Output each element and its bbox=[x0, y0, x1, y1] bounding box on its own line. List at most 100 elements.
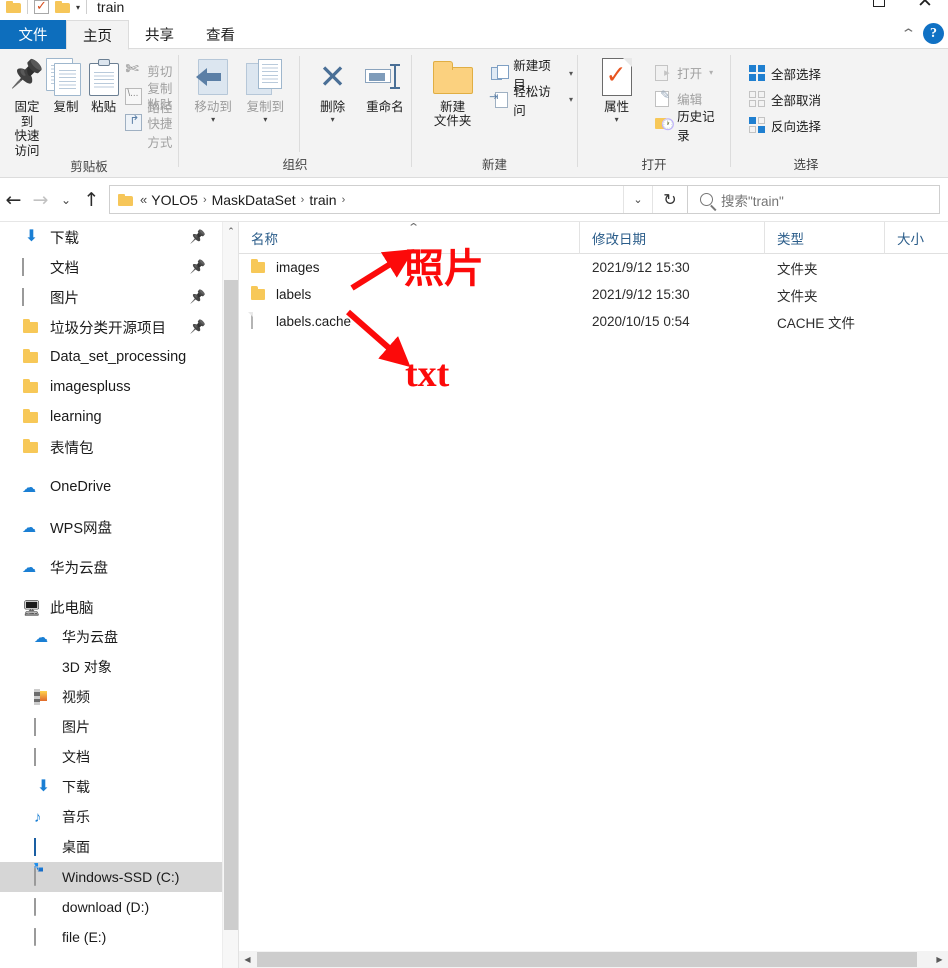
sidebar-item-3d[interactable]: 3D 对象 bbox=[0, 652, 222, 682]
select-none-label: 全部取消 bbox=[771, 94, 822, 108]
sidebar-item-onedrive[interactable]: ☁ OneDrive bbox=[0, 472, 222, 502]
back-button[interactable]: ← bbox=[0, 185, 27, 215]
pin-icon[interactable]: 📌 bbox=[190, 229, 206, 245]
ribbon: 固定到 快速访问 复制 粘贴 bbox=[0, 49, 948, 178]
sidebar-item-imagespluss[interactable]: imagespluss bbox=[0, 372, 222, 402]
easy-access-button[interactable]: 轻松访问 ▾ bbox=[487, 85, 577, 118]
breadcrumb-item-maskdataset[interactable]: MaskDataSet bbox=[212, 192, 296, 208]
paste-button[interactable]: 粘贴 bbox=[88, 56, 119, 115]
sidebar-item-[interactable]: ♪ 音乐 bbox=[0, 802, 222, 832]
search-input[interactable]: 搜索"train" bbox=[688, 185, 940, 214]
invert-selection-label: 反向选择 bbox=[771, 120, 822, 134]
sidebar-item-[interactable]: 桌面 bbox=[0, 832, 222, 862]
rename-button[interactable]: 重命名 bbox=[359, 56, 411, 115]
column-header-type[interactable]: 类型 bbox=[764, 221, 884, 254]
table-row[interactable]: labels.cache 2020/10/15 0:54 CACHE 文件 bbox=[239, 308, 948, 335]
maximize-button[interactable] bbox=[856, 0, 902, 16]
sidebar-item-[interactable]: ☁ 华为云盘 bbox=[0, 552, 222, 582]
sidebar-item-[interactable]: 表情包 bbox=[0, 432, 222, 462]
invert-selection-button[interactable]: 反向选择 bbox=[745, 114, 825, 137]
sidebar-item-[interactable]: 垃圾分类开源项目 📌 bbox=[0, 312, 222, 342]
properties-check-icon[interactable] bbox=[34, 0, 49, 14]
column-header-date[interactable]: 修改日期 bbox=[579, 221, 764, 254]
history-button[interactable]: 历史记录 bbox=[651, 110, 730, 143]
file-list-hscrollbar[interactable]: ◀ ▶ bbox=[239, 951, 948, 968]
forward-button[interactable]: → bbox=[27, 185, 54, 215]
sidebar-item-[interactable]: 文档 bbox=[0, 742, 222, 772]
tab-home[interactable]: 主页 bbox=[66, 20, 129, 50]
chevron-down-icon[interactable]: ▾ bbox=[76, 3, 80, 12]
tab-share[interactable]: 共享 bbox=[129, 20, 190, 49]
move-to-button[interactable]: 移动到 ▾ bbox=[187, 56, 239, 124]
select-all-button[interactable]: 全部选择 bbox=[745, 62, 825, 85]
folder-icon[interactable] bbox=[6, 1, 21, 13]
folder-icon bbox=[22, 318, 41, 336]
pin-icon[interactable]: 📌 bbox=[190, 259, 206, 275]
chevron-down-icon-open[interactable]: ▾ bbox=[709, 68, 713, 77]
chevron-down-icon-easyaccess[interactable]: ▾ bbox=[569, 95, 573, 104]
sidebar-item-[interactable]: ☁ 华为云盘 bbox=[0, 622, 222, 652]
up-button[interactable]: ↑ bbox=[78, 185, 105, 215]
sidebar-item-learning[interactable]: learning bbox=[0, 402, 222, 432]
hscrollbar-thumb[interactable] bbox=[257, 952, 917, 967]
scroll-up-icon[interactable]: ⌃ bbox=[223, 222, 239, 240]
chevron-down-icon-delete[interactable]: ▾ bbox=[331, 116, 335, 124]
sidebar-item-data-set-processing[interactable]: Data_set_processing bbox=[0, 342, 222, 372]
sidebar-item-windows-ssd-c[interactable]: Windows-SSD (C:) bbox=[0, 862, 222, 892]
help-button[interactable]: ? bbox=[923, 23, 944, 44]
breadcrumb-item-yolo5[interactable]: YOLO5 bbox=[151, 192, 198, 208]
select-none-button[interactable]: 全部取消 bbox=[745, 88, 825, 111]
folder-icon bbox=[22, 348, 41, 366]
chevron-down-icon-copyto[interactable]: ▾ bbox=[263, 116, 267, 124]
scroll-right-icon[interactable]: ▶ bbox=[931, 951, 948, 968]
new-item-icon bbox=[491, 65, 510, 82]
delete-button[interactable]: ✕ 删除 ▾ bbox=[306, 56, 358, 124]
properties-button[interactable]: ✓ 属性 ▾ bbox=[588, 56, 645, 124]
refresh-button[interactable]: ↻ bbox=[652, 186, 687, 213]
sidebar-item-[interactable]: 视频 bbox=[0, 682, 222, 712]
open-button[interactable]: 打开 ▾ bbox=[651, 61, 730, 84]
copy-button[interactable]: 复制 bbox=[46, 56, 86, 115]
sidebar-item-[interactable]: 🖥 此电脑 bbox=[0, 592, 222, 622]
chevron-down-icon-newitem[interactable]: ▾ bbox=[569, 69, 573, 78]
new-folder-button[interactable]: 新建 文件夹 bbox=[424, 56, 481, 129]
ribbon-group-clipboard: 固定到 快速访问 复制 粘贴 bbox=[0, 49, 178, 178]
table-row[interactable]: labels 2021/9/12 15:30 文件夹 bbox=[239, 281, 948, 308]
breadcrumb-item-train[interactable]: train bbox=[309, 192, 336, 208]
copy-to-button[interactable]: 复制到 ▾ bbox=[239, 56, 291, 124]
file-name-label: labels.cache bbox=[276, 314, 352, 329]
chevron-right-icon[interactable]: › bbox=[339, 194, 349, 206]
chevron-right-icon[interactable]: › bbox=[200, 194, 210, 206]
chevron-down-icon-properties[interactable]: ▾ bbox=[615, 116, 619, 124]
chevron-down-icon-move[interactable]: ▾ bbox=[211, 116, 215, 124]
breadcrumb-overflow[interactable]: « bbox=[140, 192, 149, 207]
sidebar-item-[interactable]: ⬇ 下载 bbox=[0, 772, 222, 802]
chevron-right-icon[interactable]: › bbox=[298, 194, 308, 206]
table-row[interactable]: images 2021/9/12 15:30 文件夹 bbox=[239, 254, 948, 281]
3d-objects-icon bbox=[34, 659, 53, 676]
navigation-pane[interactable]: ⬇ 下载 📌 文档 📌 图片 📌 垃圾分类开源项目 📌 Data_set_processing im… bbox=[0, 222, 222, 968]
address-input[interactable]: « YOLO5 › MaskDataSet › train › ⌄ ↻ bbox=[109, 185, 688, 214]
sidebar-item-[interactable]: 图片 bbox=[0, 712, 222, 742]
tab-view[interactable]: 查看 bbox=[190, 20, 251, 49]
sidebar-item-file-e[interactable]: file (E:) bbox=[0, 922, 222, 952]
pin-icon[interactable]: 📌 bbox=[190, 319, 206, 335]
recent-locations-button[interactable]: ⌄ bbox=[54, 185, 78, 215]
pin-icon[interactable]: 📌 bbox=[190, 289, 206, 305]
sidebar-item-download-d[interactable]: download (D:) bbox=[0, 892, 222, 922]
sidebar-item-[interactable]: ⬇ 下载 📌 bbox=[0, 222, 222, 252]
address-dropdown-button[interactable]: ⌄ bbox=[623, 186, 652, 213]
paste-shortcut-button[interactable]: 粘贴快捷方式 bbox=[121, 98, 178, 150]
scrollbar-thumb[interactable] bbox=[224, 280, 239, 930]
navigation-pane-scrollbar[interactable]: ⌃ bbox=[222, 222, 239, 968]
scroll-left-icon[interactable]: ◀ bbox=[239, 951, 256, 968]
close-button[interactable]: ✕ bbox=[902, 0, 948, 16]
sidebar-item-[interactable]: 文档 📌 bbox=[0, 252, 222, 282]
sidebar-item-[interactable]: 图片 📌 bbox=[0, 282, 222, 312]
sidebar-item-wps[interactable]: ☁ WPS网盘 bbox=[0, 512, 222, 542]
new-folder-icon[interactable] bbox=[55, 1, 70, 13]
column-header-size[interactable]: 大小 bbox=[884, 221, 944, 254]
tab-file[interactable]: 文件 bbox=[0, 20, 66, 49]
pin-to-quick-access-button[interactable]: 固定到 快速访问 bbox=[10, 56, 44, 159]
collapse-ribbon-icon[interactable]: ⌃ bbox=[900, 26, 916, 42]
